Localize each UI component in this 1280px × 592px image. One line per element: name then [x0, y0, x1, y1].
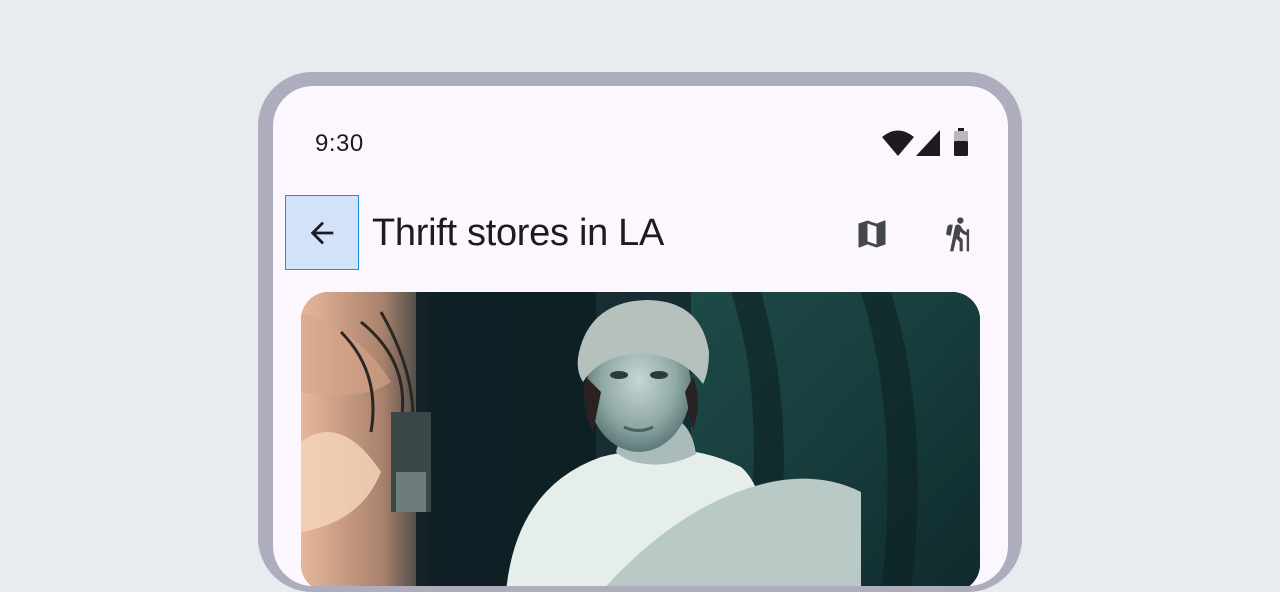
top-app-bar: Thrift stores in LA: [273, 194, 1008, 274]
phone-screen: 9:30 Thrift stores in LA: [273, 86, 1008, 586]
hiking-button[interactable]: [936, 212, 980, 256]
map-button[interactable]: [850, 212, 894, 256]
status-bar: 9:30: [273, 86, 1008, 196]
battery-icon: [954, 128, 968, 156]
hiking-icon: [946, 217, 970, 252]
status-icons: [882, 128, 968, 160]
back-button[interactable]: [285, 195, 359, 270]
page-title: Thrift stores in LA: [372, 212, 665, 254]
arrow-back-icon: [310, 221, 334, 244]
wifi-icon: [882, 130, 914, 156]
cellular-signal-icon: [916, 130, 940, 156]
hero-photo-image: [301, 292, 980, 586]
hero-photo: [301, 292, 980, 586]
map-icon: [858, 220, 886, 248]
status-time: 9:30: [315, 130, 364, 157]
